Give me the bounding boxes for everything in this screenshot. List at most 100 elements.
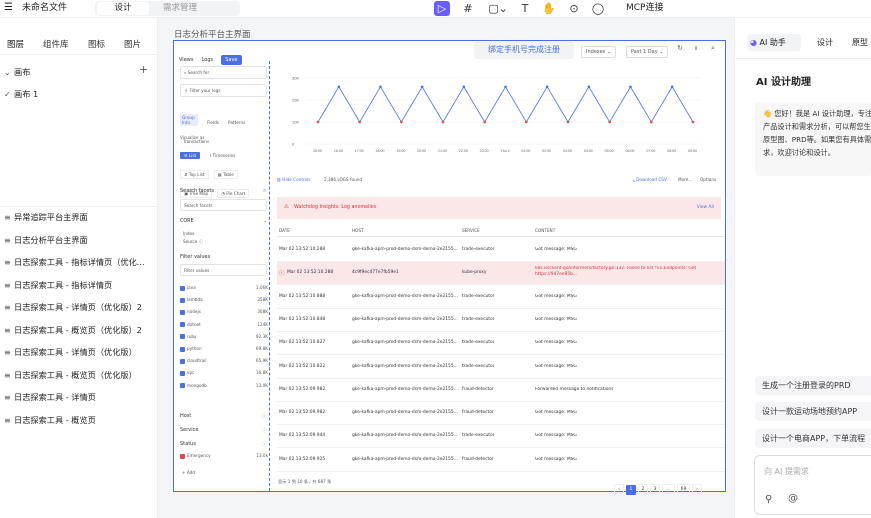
service-facet[interactable]: Service bbox=[180, 427, 198, 433]
paperclip-icon[interactable]: ⚲ bbox=[765, 494, 772, 505]
hand-tool-icon[interactable]: ✋ bbox=[541, 1, 557, 16]
tab-layers[interactable]: 图层 bbox=[7, 38, 24, 50]
page-item[interactable]: ≡ 异常追踪平台主界面 bbox=[4, 211, 88, 223]
search-facets-input[interactable]: Search facets bbox=[180, 199, 267, 211]
add-facet-button[interactable]: + Add bbox=[182, 470, 195, 475]
checkbox[interactable] bbox=[180, 297, 185, 303]
component-tool-icon[interactable]: ⊙ bbox=[566, 1, 582, 16]
page-button[interactable]: 69 bbox=[677, 484, 690, 494]
menu-icon[interactable]: ☰ bbox=[4, 2, 13, 14]
emergency-facet[interactable]: Emergency 13.0k bbox=[180, 453, 268, 459]
page-item[interactable]: ≡ 日志分析平台主界面 bbox=[4, 234, 88, 246]
ai-input-box[interactable]: 向 AI 提需求 ⚲ @ bbox=[754, 455, 871, 515]
checkbox[interactable] bbox=[180, 285, 185, 291]
table-row[interactable]: Mar 02 13:52:09.982 gke-kafka-apm-prod-de… bbox=[277, 402, 725, 426]
rectangle-tool-icon[interactable]: ▢⌄ bbox=[486, 1, 510, 16]
page-button[interactable]: 3 bbox=[650, 484, 660, 494]
refresh-icon[interactable]: ↻ bbox=[677, 44, 683, 52]
table-row[interactable]: Mar 02 13:52:10.288 gke-kafka-apm-prod-de… bbox=[277, 239, 725, 262]
table-row[interactable]: ⓘ Mar 02 13:52:10.288 4c9f9ec477e7fb59e1 ku… bbox=[277, 262, 725, 286]
fields-tab[interactable]: Fields bbox=[207, 120, 219, 125]
checkbox[interactable] bbox=[180, 358, 185, 364]
hide-controls-button[interactable]: ▥ Hide Controls bbox=[277, 177, 311, 182]
page-item[interactable]: ≡ 日志探索工具 - 详情页（优化版） bbox=[4, 346, 137, 358]
group-into-tab[interactable]: Group Into bbox=[180, 114, 198, 126]
table-row[interactable]: Mar 02 13:52:10.848 gke-kafka-apm-prod-de… bbox=[277, 309, 725, 332]
facet-item[interactable]: java 1.06K bbox=[180, 285, 268, 291]
viz-timeseries[interactable]: ⌇ Timeseries bbox=[209, 153, 235, 158]
checkbox[interactable] bbox=[180, 346, 185, 352]
facet-item[interactable]: nodejs 308K bbox=[180, 309, 268, 315]
pointer-tool-icon[interactable]: ▷ bbox=[434, 1, 450, 16]
page-item[interactable]: ≡ 日志探索工具 - 详情页（优化版）2 bbox=[4, 301, 142, 313]
mcp-connect[interactable]: MCP连接 bbox=[626, 2, 663, 14]
at-icon[interactable]: @ bbox=[788, 493, 798, 504]
facet-item[interactable]: lambda 358K bbox=[180, 297, 268, 303]
toast-bind-phone[interactable]: 绑定手机号完成注册 bbox=[474, 41, 574, 59]
page-button[interactable]: › bbox=[692, 484, 702, 494]
source-facet[interactable]: Source ⓘ bbox=[183, 239, 203, 245]
canvas-section[interactable]: ⌄ 画布 bbox=[4, 66, 30, 78]
download-csv-button[interactable]: ⤓ Download CSV bbox=[633, 177, 667, 182]
tab-requirements[interactable]: 需求管理 bbox=[163, 2, 197, 15]
filter-logs-input[interactable]: ⏚ Filter your logs bbox=[180, 84, 267, 97]
viz-toplist[interactable]: ⇵ Top List bbox=[180, 170, 209, 179]
suggestion-1[interactable]: 生成一个注册登录的PRD bbox=[755, 376, 871, 395]
table-row[interactable]: Mar 02 13:52:09.944 gke-kafka-apm-prod-de… bbox=[277, 425, 725, 449]
checkbox[interactable] bbox=[180, 322, 185, 328]
tab-design-props[interactable]: 设计 bbox=[817, 37, 833, 48]
page-button[interactable]: ... bbox=[662, 484, 675, 494]
page-button[interactable]: 2 bbox=[638, 484, 648, 494]
search-icon[interactable]: ⌕ bbox=[711, 44, 715, 53]
search-for-input[interactable]: ⌕ Search for bbox=[180, 66, 267, 79]
table-row[interactable]: Mar 02 13:52:10.888 gke-kafka-apm-prod-de… bbox=[277, 286, 725, 309]
tab-prototype[interactable]: 原型 bbox=[852, 37, 868, 48]
suggestion-2[interactable]: 设计一款运动场地预约APP bbox=[755, 402, 871, 421]
pause-icon[interactable]: ॥ bbox=[694, 44, 698, 52]
table-row[interactable]: Mar 02 13:52:09.925 gke-kafka-apm-prod-de… bbox=[277, 449, 725, 472]
page-button[interactable]: ‹ bbox=[614, 484, 624, 494]
frame-tool-icon[interactable]: # bbox=[460, 1, 476, 16]
tab-components[interactable]: 组件库 bbox=[43, 38, 69, 50]
table-row[interactable]: Mar 02 13:52:10.827 gke-kafka-apm-prod-de… bbox=[277, 332, 725, 356]
facet-item[interactable]: python 69.8K bbox=[180, 346, 268, 352]
page-item[interactable]: ≡ 日志探索工具 - 概览页（优化版）2 bbox=[4, 324, 142, 336]
page-item[interactable]: ≡ 日志探索工具 - 指标详情页（优化... bbox=[4, 256, 145, 268]
viz-piechart[interactable]: ◔ Pie Chart bbox=[217, 189, 250, 198]
viz-list[interactable]: ≡ List bbox=[180, 152, 201, 159]
canvas-item[interactable]: ✓ 画布 1 bbox=[4, 88, 38, 100]
table-row[interactable]: Mar 02 13:52:09.982 gke-kafka-apm-prod-de… bbox=[277, 379, 725, 402]
add-canvas-icon[interactable]: + bbox=[139, 63, 148, 76]
table-row[interactable]: Mar 02 13:52:10.822 gke-kafka-apm-prod-de… bbox=[277, 356, 725, 379]
frame-title[interactable]: 日志分析平台主界面 bbox=[174, 28, 251, 40]
page-item[interactable]: ≡ 日志探索工具 - 指标详情页 bbox=[4, 279, 112, 291]
checkbox[interactable] bbox=[180, 370, 185, 376]
page-button[interactable]: 1 bbox=[626, 485, 636, 495]
search-icon[interactable]: ⌕ bbox=[263, 187, 266, 195]
facet-item[interactable]: mongodb 13.0K bbox=[180, 383, 268, 389]
tab-icons[interactable]: 图标 bbox=[88, 38, 105, 50]
viz-table[interactable]: ▦ Table bbox=[213, 170, 238, 179]
chevron-down-icon[interactable]: ⌄ bbox=[263, 218, 267, 224]
tab-images[interactable]: 图片 bbox=[124, 38, 141, 50]
facet-item[interactable]: dotnet 124K bbox=[180, 322, 268, 328]
more-button[interactable]: More... bbox=[678, 177, 692, 182]
indexes-select[interactable]: Indexes ⌄ bbox=[581, 46, 617, 58]
page-item[interactable]: ≡ 日志探索工具 - 概览页（优化版） bbox=[4, 369, 137, 381]
checkbox[interactable] bbox=[180, 309, 185, 315]
col-service[interactable]: SERVICE bbox=[462, 228, 480, 233]
time-range-select[interactable]: Past 1 Day ⌄ bbox=[626, 46, 669, 58]
col-date[interactable]: DATE bbox=[279, 228, 290, 233]
view-all-link[interactable]: View All bbox=[697, 205, 714, 210]
status-facet[interactable]: Status bbox=[180, 441, 196, 447]
col-content[interactable]: CONTENT bbox=[535, 228, 555, 233]
page-item[interactable]: ≡ 日志探索工具 - 概览页 bbox=[4, 414, 96, 426]
suggestion-3[interactable]: 设计一个电商APP，下单流程 bbox=[755, 429, 871, 448]
comment-tool-icon[interactable]: ◯ bbox=[590, 1, 606, 16]
checkbox[interactable] bbox=[180, 334, 185, 340]
facet-item[interactable]: cloudtrail 65.9K bbox=[180, 358, 268, 364]
patterns-tab[interactable]: Patterns bbox=[228, 120, 245, 125]
page-item[interactable]: ≡ 日志探索工具 - 详情页 bbox=[4, 391, 96, 403]
filter-values-input[interactable]: Filter values bbox=[180, 264, 267, 276]
watchdog-banner[interactable]: ⚠ Watchdog Insights: Log anomalies View … bbox=[277, 197, 721, 219]
